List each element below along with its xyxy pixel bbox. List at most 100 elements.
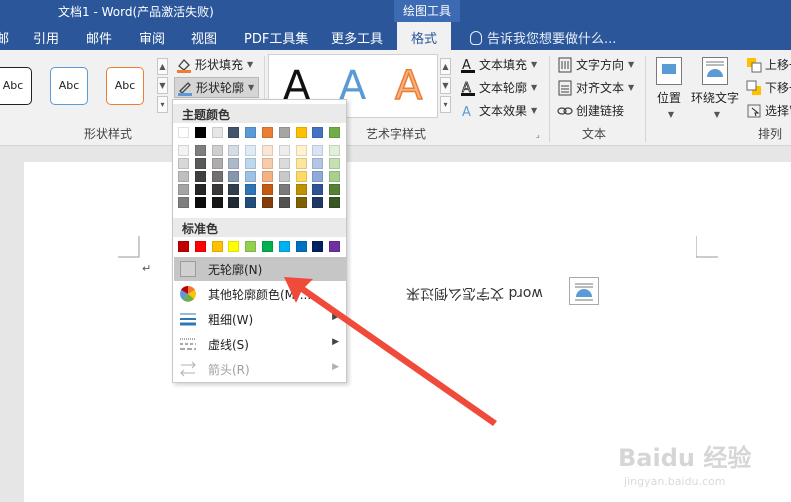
theme-color-swatch[interactable]	[211, 127, 223, 138]
theme-shade-swatch[interactable]	[312, 145, 324, 156]
arrows-menu-item[interactable]: 箭头(R) ▶	[174, 357, 347, 381]
theme-color-swatch[interactable]	[312, 127, 324, 138]
theme-shade-swatch[interactable]	[278, 145, 290, 156]
gallery-up-icon[interactable]: ▲	[157, 58, 168, 75]
dashes-menu-item[interactable]: 虚线(S) ▶	[174, 332, 347, 356]
theme-shade-swatch[interactable]	[245, 171, 257, 182]
shape-outline-button[interactable]: 形状轮廓 ▼	[174, 77, 260, 98]
tab-format[interactable]: 格式	[397, 22, 452, 50]
theme-shade-swatch[interactable]	[245, 197, 257, 208]
standard-color-swatch[interactable]	[228, 241, 240, 252]
create-link-button[interactable]: 创建链接	[557, 102, 624, 119]
standard-color-swatch[interactable]	[295, 241, 307, 252]
tab-view[interactable]: 视图	[191, 28, 217, 47]
theme-shade-swatch[interactable]	[228, 145, 240, 156]
theme-shade-swatch[interactable]	[245, 158, 257, 169]
standard-color-swatch[interactable]	[178, 241, 189, 252]
text-fill-button[interactable]: A 文本填充 ▼	[460, 56, 537, 73]
theme-shade-swatch[interactable]	[178, 145, 189, 156]
theme-shade-swatch[interactable]	[278, 158, 290, 169]
text-effect-button[interactable]: A 文本效果 ▼	[460, 102, 537, 120]
theme-shade-swatch[interactable]	[312, 171, 324, 182]
theme-color-swatch[interactable]	[194, 127, 206, 138]
tab-more-tools[interactable]: 更多工具	[331, 28, 383, 47]
theme-shade-swatch[interactable]	[329, 184, 341, 195]
theme-shade-swatch[interactable]	[278, 184, 290, 195]
tab-review[interactable]: 审阅	[139, 28, 165, 47]
tab-mailings[interactable]: 邮件	[86, 28, 112, 47]
standard-color-swatch[interactable]	[329, 241, 341, 252]
wrap-text-button[interactable]: 环绕文字 ▼	[688, 57, 742, 120]
theme-color-swatch[interactable]	[228, 127, 240, 138]
theme-shade-swatch[interactable]	[245, 145, 257, 156]
theme-shade-swatch[interactable]	[295, 184, 307, 195]
theme-shade-swatch[interactable]	[178, 171, 189, 182]
dialog-launcher-icon[interactable]: ⌟	[536, 130, 540, 139]
theme-shade-swatch[interactable]	[228, 171, 240, 182]
theme-shade-swatch[interactable]	[228, 197, 240, 208]
theme-shade-swatch[interactable]	[295, 171, 307, 182]
tab-pdf-tools[interactable]: PDF工具集	[244, 28, 308, 47]
theme-shade-swatch[interactable]	[194, 158, 206, 169]
theme-shade-swatch[interactable]	[329, 145, 341, 156]
theme-shade-swatch[interactable]	[262, 184, 273, 195]
text-outline-button[interactable]: A 文本轮廓 ▼	[460, 79, 537, 96]
theme-shade-swatch[interactable]	[312, 158, 324, 169]
theme-shade-swatch[interactable]	[194, 184, 206, 195]
wordart-down-icon[interactable]: ▼	[440, 77, 451, 94]
standard-color-swatch[interactable]	[194, 241, 206, 252]
layout-options-icon[interactable]	[569, 277, 599, 305]
shape-style-orange[interactable]: Abc	[106, 67, 144, 105]
shape-style-blue[interactable]: Abc	[50, 67, 88, 105]
theme-shade-swatch[interactable]	[178, 158, 189, 169]
standard-color-swatch[interactable]	[262, 241, 273, 252]
theme-shade-swatch[interactable]	[211, 171, 223, 182]
theme-color-swatch[interactable]	[278, 127, 290, 138]
gallery-more-icon[interactable]: ▾	[157, 96, 168, 113]
theme-shade-swatch[interactable]	[278, 171, 290, 182]
theme-shade-swatch[interactable]	[211, 197, 223, 208]
wordart-up-icon[interactable]: ▲	[440, 58, 451, 75]
bring-forward-button[interactable]: 上移一	[746, 56, 791, 73]
theme-shade-swatch[interactable]	[194, 197, 206, 208]
theme-shade-swatch[interactable]	[178, 197, 189, 208]
tab-mailings-partial[interactable]: 邮	[0, 28, 9, 47]
theme-shade-swatch[interactable]	[245, 184, 257, 195]
send-backward-button[interactable]: 下移一	[746, 79, 791, 96]
align-text-button[interactable]: 对齐文本 ▼	[557, 79, 634, 96]
no-outline-menu-item[interactable]: 无轮廓(N)	[174, 257, 347, 281]
position-button[interactable]: 位置 ▼	[652, 57, 686, 120]
theme-shade-swatch[interactable]	[312, 184, 324, 195]
theme-shade-swatch[interactable]	[262, 197, 273, 208]
tell-me-box[interactable]: 告诉我您想要做什么...	[470, 28, 616, 47]
weight-menu-item[interactable]: 粗细(W) ▶	[174, 307, 347, 331]
theme-color-swatch[interactable]	[262, 127, 273, 138]
theme-shade-swatch[interactable]	[194, 171, 206, 182]
theme-shade-swatch[interactable]	[329, 171, 341, 182]
more-outline-colors-menu-item[interactable]: 其他轮廓颜色(M)...	[174, 282, 347, 306]
theme-shade-swatch[interactable]	[211, 158, 223, 169]
theme-shade-swatch[interactable]	[278, 197, 290, 208]
theme-color-swatch[interactable]	[178, 127, 189, 138]
shape-fill-button[interactable]: 形状填充 ▼	[176, 56, 253, 73]
wordart-orange-sample[interactable]: A	[394, 62, 423, 110]
theme-shade-swatch[interactable]	[262, 145, 273, 156]
shape-style-black[interactable]: Abc	[0, 67, 32, 105]
standard-color-swatch[interactable]	[211, 241, 223, 252]
theme-shade-swatch[interactable]	[194, 145, 206, 156]
wordart-more-icon[interactable]: ▾	[440, 96, 451, 113]
theme-shade-swatch[interactable]	[329, 158, 341, 169]
standard-color-swatch[interactable]	[278, 241, 290, 252]
theme-shade-swatch[interactable]	[312, 197, 324, 208]
text-direction-button[interactable]: 文字方向 ▼	[557, 56, 634, 73]
theme-shade-swatch[interactable]	[262, 158, 273, 169]
theme-shade-swatch[interactable]	[295, 158, 307, 169]
theme-shade-swatch[interactable]	[211, 145, 223, 156]
selection-pane-button[interactable]: 选择窗	[746, 102, 791, 119]
theme-color-swatch[interactable]	[295, 127, 307, 138]
standard-color-swatch[interactable]	[245, 241, 257, 252]
flipped-text-box[interactable]: word 文字怎么倒过来	[406, 284, 543, 304]
standard-color-swatch[interactable]	[312, 241, 324, 252]
theme-shade-swatch[interactable]	[228, 184, 240, 195]
theme-shade-swatch[interactable]	[211, 184, 223, 195]
